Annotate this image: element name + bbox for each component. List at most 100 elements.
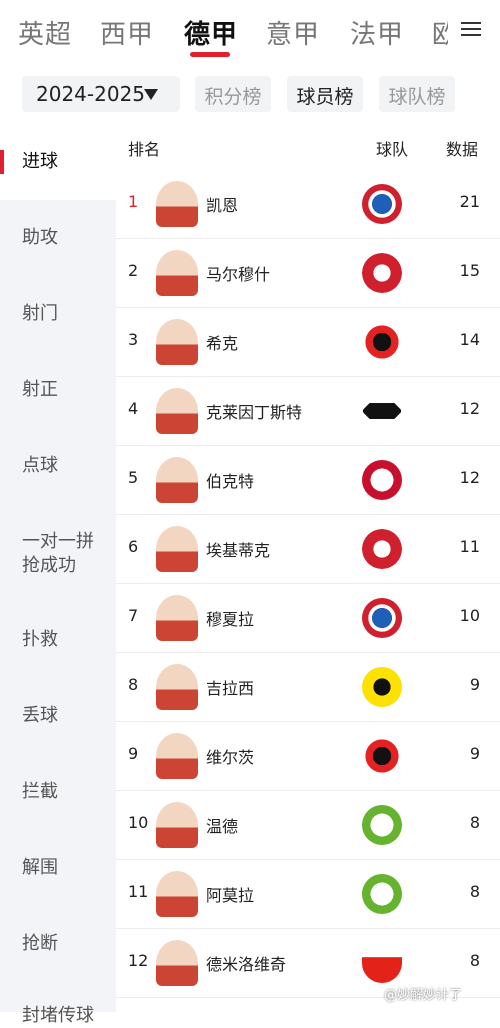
frankfurt-crest	[362, 253, 402, 293]
season-selector[interactable]: 2024-2025	[22, 76, 180, 112]
goal-count: 15	[459, 261, 480, 280]
goal-count: 10	[459, 606, 480, 625]
stuttgart-crest	[362, 943, 402, 983]
player-name[interactable]: 温德	[206, 813, 238, 837]
season-label: 2024-2025	[36, 82, 146, 106]
player-avatar	[156, 319, 198, 365]
sidebar-item-interceptions[interactable]: 拦截	[0, 780, 116, 804]
row-rank: 4	[128, 399, 139, 418]
player-avatar	[156, 871, 198, 917]
table-row[interactable]: 10 温德 8	[116, 791, 500, 860]
goal-count: 12	[459, 468, 480, 487]
player-name[interactable]: 德米洛维奇	[206, 951, 286, 975]
player-name[interactable]: 埃基蒂克	[206, 537, 270, 561]
goal-count: 21	[459, 192, 480, 211]
wolfsburg-crest	[362, 874, 402, 914]
row-rank: 2	[128, 261, 139, 280]
row-rank: 5	[128, 468, 139, 487]
tab-player-ranking[interactable]: 球员榜	[287, 76, 363, 112]
row-rank: 6	[128, 537, 139, 556]
league-tab-premier[interactable]: 英超	[18, 14, 72, 51]
rank-column-header: 排名	[128, 140, 161, 159]
table-row[interactable]: 5 伯克特 12	[116, 446, 500, 515]
gladbach-crest	[361, 390, 403, 432]
row-rank: 12	[128, 951, 149, 970]
sidebar-item-clearances[interactable]: 解围	[0, 856, 116, 880]
player-avatar	[156, 181, 198, 227]
goal-count: 14	[459, 330, 480, 349]
player-avatar	[156, 733, 198, 779]
watermark: @妙解妙计了	[384, 988, 463, 1003]
league-tab-europe[interactable]: 欧	[432, 14, 448, 51]
menu-icon[interactable]	[458, 18, 484, 44]
player-name[interactable]: 凯恩	[206, 192, 238, 216]
bayern-crest	[362, 598, 402, 638]
sidebar-item-goals-conceded[interactable]: 丢球	[0, 704, 116, 728]
player-name[interactable]: 吉拉西	[206, 675, 254, 699]
table-row[interactable]: 11 阿莫拉 8	[116, 860, 500, 929]
leverkusen-crest	[362, 322, 402, 362]
table-row[interactable]: 4 克莱因丁斯特 12	[116, 377, 500, 446]
sidebar-item-saves[interactable]: 扑救	[0, 628, 116, 652]
mainz-crest	[362, 460, 402, 500]
row-rank: 10	[128, 813, 149, 832]
table-row[interactable]: 3 希克 14	[116, 308, 500, 377]
league-tab-laliga[interactable]: 西甲	[100, 14, 154, 51]
row-rank: 11	[128, 882, 149, 901]
value-column-header: 数据	[446, 140, 479, 159]
player-name[interactable]: 克莱因丁斯特	[206, 399, 302, 423]
sidebar-item-tackles[interactable]: 抢断	[0, 932, 116, 956]
tab-team-ranking[interactable]: 球队榜	[379, 76, 455, 112]
row-rank: 3	[128, 330, 139, 349]
goal-count: 11	[459, 537, 480, 556]
league-nav: 英超 西甲 德甲 意甲 法甲 欧	[0, 0, 500, 62]
goal-count: 9	[469, 675, 480, 694]
player-avatar	[156, 940, 198, 986]
player-name[interactable]: 伯克特	[206, 468, 254, 492]
player-avatar	[156, 457, 198, 503]
player-name[interactable]: 阿莫拉	[206, 882, 254, 906]
sidebar-item-shots-on-target[interactable]: 射正	[0, 378, 116, 402]
sidebar-item-blocked-passes[interactable]: 封堵传球	[0, 1004, 116, 1028]
table-row[interactable]: 7 穆夏拉 10	[116, 584, 500, 653]
leverkusen-crest	[362, 736, 402, 776]
frankfurt-crest	[362, 529, 402, 569]
player-name[interactable]: 希克	[206, 330, 238, 354]
bayern-crest	[362, 184, 402, 224]
tab-standings[interactable]: 积分榜	[195, 76, 271, 112]
sidebar-item-goals[interactable]: 进球	[0, 124, 116, 200]
goal-count: 9	[469, 744, 480, 763]
row-rank: 1	[128, 192, 139, 211]
sidebar-item-assists[interactable]: 助攻	[0, 226, 116, 250]
table-row[interactable]: 1 凯恩 21	[116, 170, 500, 239]
table-row[interactable]: 9 维尔茨 9	[116, 722, 500, 791]
goal-count: 12	[459, 399, 480, 418]
row-rank: 7	[128, 606, 139, 625]
league-tab-bundesliga[interactable]: 德甲	[184, 14, 238, 51]
sidebar-item-duels-won[interactable]: 一对一拼抢成功	[0, 530, 100, 578]
dortmund-crest	[362, 667, 402, 707]
player-avatar	[156, 595, 198, 641]
player-avatar	[156, 388, 198, 434]
player-name[interactable]: 维尔茨	[206, 744, 254, 768]
player-avatar	[156, 664, 198, 710]
league-tab-ligue1[interactable]: 法甲	[350, 14, 404, 51]
player-name[interactable]: 穆夏拉	[206, 606, 254, 630]
row-rank: 9	[128, 744, 139, 763]
goal-count: 8	[469, 882, 480, 901]
player-avatar	[156, 250, 198, 296]
team-column-header: 球队	[376, 140, 409, 159]
goal-count: 8	[469, 951, 480, 970]
table-row[interactable]: 2 马尔穆什 15	[116, 239, 500, 308]
caret-down-icon	[144, 89, 158, 100]
wolfsburg-crest	[362, 805, 402, 845]
goal-count: 8	[469, 813, 480, 832]
sidebar-item-shots[interactable]: 射门	[0, 302, 116, 326]
sidebar-item-penalties[interactable]: 点球	[0, 454, 116, 478]
table-row[interactable]: 6 埃基蒂克 11	[116, 515, 500, 584]
active-tab-indicator	[190, 52, 230, 57]
league-tab-seriea[interactable]: 意甲	[266, 14, 320, 51]
row-rank: 8	[128, 675, 139, 694]
player-name[interactable]: 马尔穆什	[206, 261, 270, 285]
table-row[interactable]: 8 吉拉西 9	[116, 653, 500, 722]
